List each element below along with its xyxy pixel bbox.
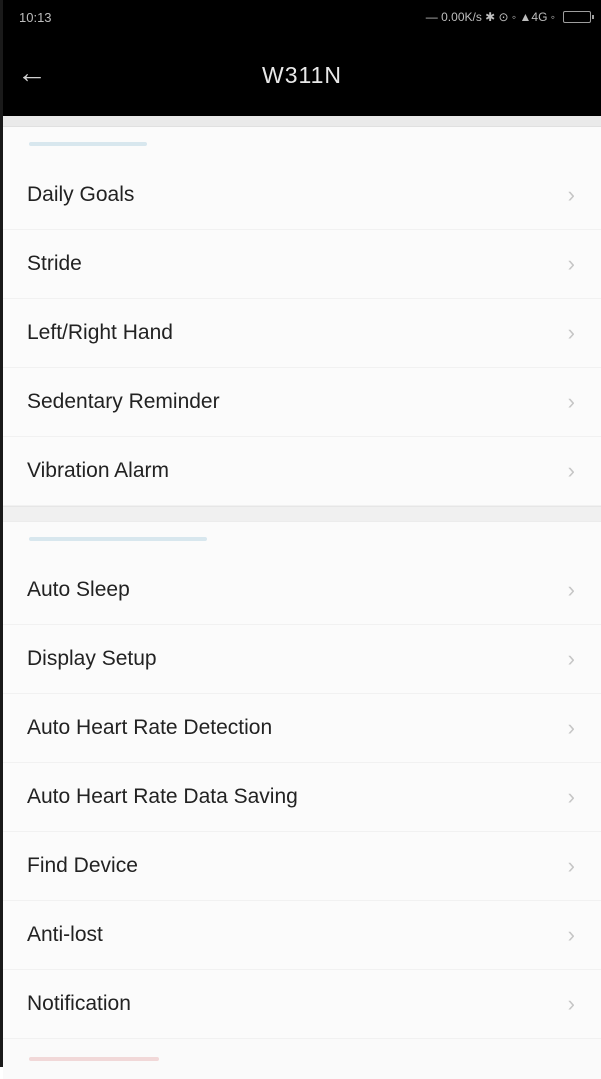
settings-item-anti-lost[interactable]: Anti-lost › — [3, 901, 601, 970]
chevron-right-icon: › — [567, 251, 575, 276]
settings-item-stride[interactable]: Stride › — [3, 230, 601, 299]
chevron-right-icon: › — [567, 922, 575, 947]
settings-item-label: Stride — [27, 252, 82, 275]
settings-item-left-right-hand[interactable]: Left/Right Hand › — [3, 299, 601, 368]
section-header-bar — [29, 537, 207, 541]
chevron-right-icon: › — [567, 991, 575, 1016]
settings-item-label: Auto Sleep — [27, 578, 130, 601]
settings-screen: 10:13 — 0.00K/s ✱ ⊙ ◦ ▲4G ◦ ← W311N Dail… — [0, 0, 601, 1079]
settings-item-auto-heart-rate-detection[interactable]: Auto Heart Rate Detection › — [3, 694, 601, 763]
settings-item-label: Anti-lost — [27, 923, 103, 946]
section-header-bar — [29, 1057, 159, 1061]
settings-item-find-device[interactable]: Find Device › — [3, 832, 601, 901]
settings-item-label: Find Device — [27, 854, 138, 877]
settings-item-label: Display Setup — [27, 647, 157, 670]
settings-item-label: Left/Right Hand — [27, 321, 173, 344]
settings-item-daily-goals[interactable]: Daily Goals › — [3, 161, 601, 230]
settings-item-label: Auto Heart Rate Detection — [27, 716, 273, 739]
chevron-right-icon: › — [567, 389, 575, 414]
section-header-2 — [3, 522, 601, 556]
settings-item-auto-heart-rate-data-saving[interactable]: Auto Heart Rate Data Saving › — [3, 763, 601, 832]
battery-icon — [563, 11, 594, 23]
settings-item-label: Sedentary Reminder — [27, 390, 220, 413]
chevron-right-icon: › — [567, 320, 575, 345]
settings-item-sedentary-reminder[interactable]: Sedentary Reminder › — [3, 368, 601, 437]
page-title: W311N — [262, 61, 342, 88]
settings-item-label: Auto Heart Rate Data Saving — [27, 785, 298, 808]
chevron-right-icon: › — [567, 715, 575, 740]
settings-item-auto-sleep[interactable]: Auto Sleep › — [3, 556, 601, 625]
chevron-right-icon: › — [567, 646, 575, 671]
chevron-right-icon: › — [567, 182, 575, 207]
settings-item-label: Notification — [27, 992, 131, 1015]
settings-item-notification[interactable]: Notification › — [3, 970, 601, 1039]
settings-item-vibration-alarm[interactable]: Vibration Alarm › — [3, 437, 601, 506]
section-header-bar — [29, 142, 147, 146]
section-header-1 — [3, 127, 601, 161]
chevron-right-icon: › — [567, 458, 575, 483]
status-time: 10:13 — [19, 9, 52, 25]
settings-item-label: Vibration Alarm — [27, 459, 170, 482]
chevron-right-icon: › — [567, 577, 575, 602]
top-divider — [3, 116, 601, 127]
back-arrow-icon[interactable]: ← — [17, 56, 47, 90]
status-indicator-text: — 0.00K/s ✱ ⊙ ◦ ▲4G ◦ — [425, 10, 555, 24]
chevron-right-icon: › — [567, 784, 575, 809]
settings-item-label: Daily Goals — [27, 183, 135, 206]
status-indicators: — 0.00K/s ✱ ⊙ ◦ ▲4G ◦ — [425, 10, 594, 24]
next-section-header — [3, 1039, 601, 1079]
settings-item-display-setup[interactable]: Display Setup › — [3, 625, 601, 694]
status-bar: 10:13 — 0.00K/s ✱ ⊙ ◦ ▲4G ◦ — [3, 0, 601, 34]
app-bar: ← W311N — [3, 34, 601, 116]
section-divider — [3, 506, 601, 522]
chevron-right-icon: › — [567, 853, 575, 878]
